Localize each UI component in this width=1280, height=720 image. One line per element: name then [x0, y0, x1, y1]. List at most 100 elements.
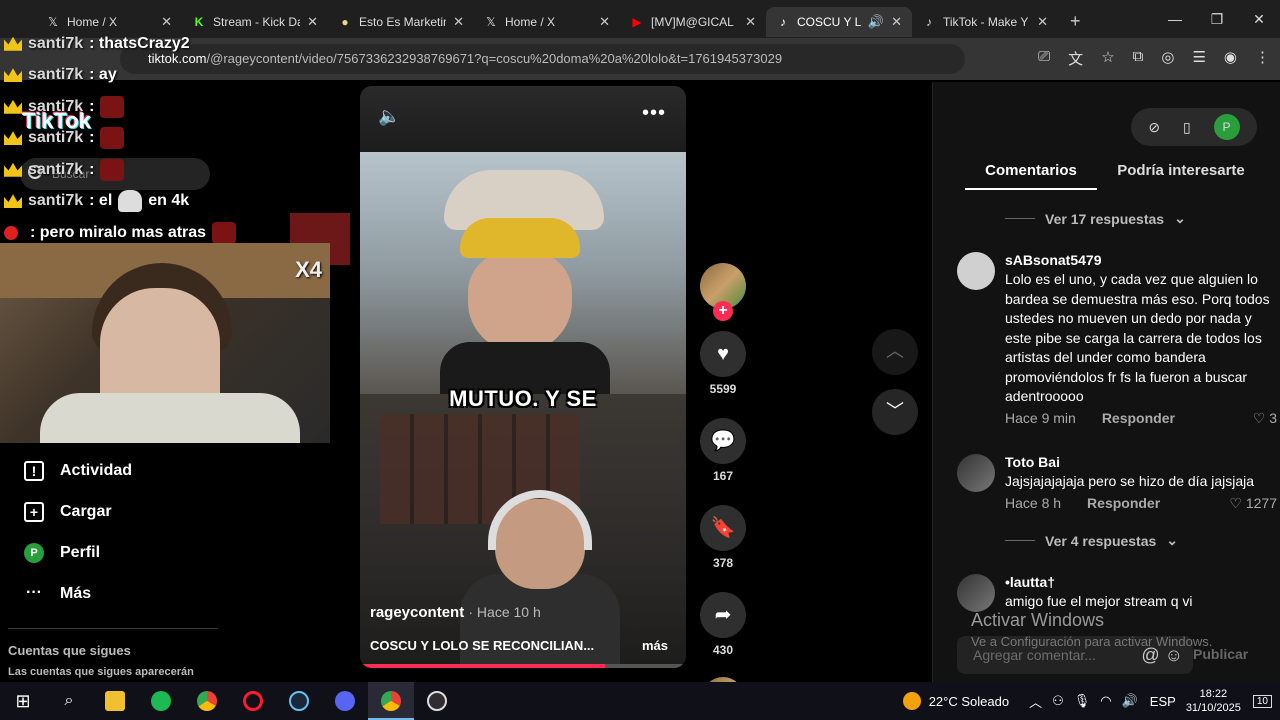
user-avatar[interactable]: P [1213, 114, 1240, 140]
close-icon[interactable]: ✕ [745, 14, 756, 30]
avatar[interactable] [957, 454, 995, 492]
windows-start-icon[interactable]: ⊞ [0, 682, 46, 720]
sidebar-item-perfil[interactable]: P Perfil [0, 532, 340, 573]
comment-like[interactable]: ♡ 1277 [1229, 495, 1277, 512]
comment-icon[interactable]: 💬 [700, 418, 746, 464]
comment-item: sABsonat5479 Lolo es el uno, y cada vez … [957, 252, 1277, 427]
obs-icon[interactable] [414, 682, 460, 720]
wifi-icon[interactable]: ◠ [1100, 693, 1111, 709]
comment-like[interactable]: ♡ 3 [1253, 410, 1277, 427]
sidebar-item-label: Actividad [60, 461, 133, 479]
heart-icon[interactable]: ♥ [700, 331, 746, 377]
opera-icon[interactable] [230, 682, 276, 720]
video-frame-top [360, 152, 686, 402]
browser-tab-active[interactable]: ♪ COSCU Y LO 🔊 ✕ [766, 7, 912, 37]
creator-avatar[interactable]: + [700, 263, 746, 321]
notifications-icon[interactable]: 10 [1252, 694, 1272, 708]
browser-tab[interactable]: ♪ TikTok - Make Y ✕ [912, 7, 1058, 37]
new-tab-icon[interactable]: + [1070, 11, 1081, 32]
browser-tab[interactable]: 𝕏 Home / X ✕ [474, 7, 620, 37]
comment-user[interactable]: Toto Bai [1005, 454, 1277, 470]
comment-user[interactable]: •lautta† [1005, 574, 1277, 590]
close-icon[interactable]: ✕ [453, 14, 464, 30]
comment-user[interactable]: sABsonat5479 [1005, 252, 1277, 268]
chevron-up-icon[interactable]: ︿ [1029, 692, 1042, 711]
mic-icon[interactable]: 🎙 [1074, 693, 1091, 709]
bookmark-icon[interactable]: 🔖 [700, 505, 746, 551]
tab-podria-interesarte[interactable]: Podría interesarte [1097, 152, 1265, 190]
author-name: rageycontent [370, 604, 465, 621]
crown-icon [4, 68, 22, 83]
view-replies-link[interactable]: Ver 4 respuestas ⌄ [1005, 532, 1178, 549]
video-player[interactable]: MUTUO. Y SE 🔈 ••• rageycontent · Hace 10… [360, 86, 686, 668]
spotify-icon[interactable] [138, 682, 184, 720]
playlist-icon[interactable]: ☰ [1192, 48, 1205, 69]
clock[interactable]: 18:22 31/10/2025 [1186, 687, 1241, 715]
crown-icon [4, 36, 22, 51]
reply-button[interactable]: Responder [1087, 495, 1160, 511]
reply-button[interactable]: Responder [1102, 410, 1175, 426]
profile-icon[interactable]: ◉ [1224, 48, 1237, 69]
phone-icon[interactable]: ▯ [1183, 119, 1191, 136]
close-window-icon[interactable]: ✕ [1238, 0, 1280, 38]
menu-icon[interactable]: ⋮ [1255, 48, 1270, 69]
network-icon[interactable]: ⚇ [1052, 693, 1064, 709]
view-replies-link[interactable]: Ver 17 respuestas ⌄ [1005, 210, 1186, 227]
emote-icon [212, 221, 237, 244]
sidebar-item-cargar[interactable]: + Cargar [0, 491, 340, 532]
weather-text[interactable]: 22°C Soleado [929, 694, 1009, 709]
volume-icon[interactable]: 🔈 [378, 106, 400, 127]
close-icon[interactable]: ✕ [891, 14, 902, 30]
kick-icon: K [194, 15, 204, 29]
chrome-active-icon[interactable] [368, 682, 414, 720]
x-icon: 𝕏 [48, 15, 58, 29]
speaker-icon[interactable]: 🔊 [868, 14, 884, 30]
clock-date: 31/10/2025 [1185, 702, 1241, 714]
follow-plus-icon[interactable]: + [713, 301, 733, 321]
avatar[interactable] [957, 252, 995, 290]
comments-panel: ⊘ ▯ P Comentarios Podría interesarte Ver… [932, 82, 1280, 682]
media-icon[interactable]: ◎ [1161, 48, 1174, 69]
sidebar-item-mas[interactable]: ··· Más [0, 573, 340, 614]
video-caption: MUTUO. Y SE [449, 386, 597, 411]
like-count: 3 [1269, 409, 1277, 426]
more-link[interactable]: más [642, 638, 668, 653]
chrome-icon[interactable] [184, 682, 230, 720]
discord-icon[interactable] [322, 682, 368, 720]
translate-icon[interactable]: 文 [1068, 48, 1083, 69]
tab-comentarios[interactable]: Comentarios [965, 152, 1097, 190]
video-author[interactable]: rageycontent · Hace 10 h [370, 604, 541, 621]
compass-icon[interactable]: ⊘ [1148, 119, 1160, 136]
divider [8, 628, 218, 629]
close-icon[interactable]: ✕ [1037, 14, 1048, 30]
add-comment-placeholder: Agregar comentar... [973, 647, 1096, 663]
language-indicator[interactable]: ESP [1150, 694, 1176, 709]
close-icon[interactable]: ✕ [599, 14, 610, 30]
video-progress-bar[interactable] [360, 664, 686, 668]
file-explorer-icon[interactable] [92, 682, 138, 720]
install-icon[interactable]: ⎚ [1038, 48, 1050, 69]
browser-tab[interactable]: ▶ [MV]M@GICAL ✕ [620, 7, 766, 37]
chat-text: : el [89, 192, 113, 210]
minimize-icon[interactable]: — [1154, 0, 1196, 38]
search-icon[interactable]: ⌕ [46, 682, 92, 720]
star-icon[interactable]: ☆ [1101, 48, 1114, 69]
extensions-icon[interactable]: ⧉ [1133, 48, 1144, 69]
activity-icon: ! [24, 460, 44, 481]
save-action: 🔖 378 [700, 505, 746, 570]
crown-icon [4, 162, 22, 177]
sidebar-item-actividad[interactable]: ! Actividad [0, 450, 340, 491]
more-options-icon[interactable]: ••• [642, 102, 666, 125]
share-icon[interactable]: ➦ [700, 592, 746, 638]
previous-video-button[interactable]: ︿ [872, 329, 918, 375]
avatar[interactable] [957, 574, 995, 612]
system-tray: 22°C Soleado ︿ ⚇ 🎙 ◠ 🔊 ESP 18:22 31/10/2… [902, 682, 1280, 720]
beanie [460, 218, 580, 258]
speaker-icon[interactable]: 🔊 [1122, 693, 1138, 709]
chat-line: santi7k : [4, 123, 364, 155]
chat-line: santi7k : [4, 154, 364, 186]
restore-icon[interactable]: ❐ [1196, 0, 1238, 38]
steam-icon[interactable] [276, 682, 322, 720]
panel-tabs: Comentarios Podría interesarte [965, 152, 1265, 190]
next-video-button[interactable]: ﹀ [872, 389, 918, 435]
